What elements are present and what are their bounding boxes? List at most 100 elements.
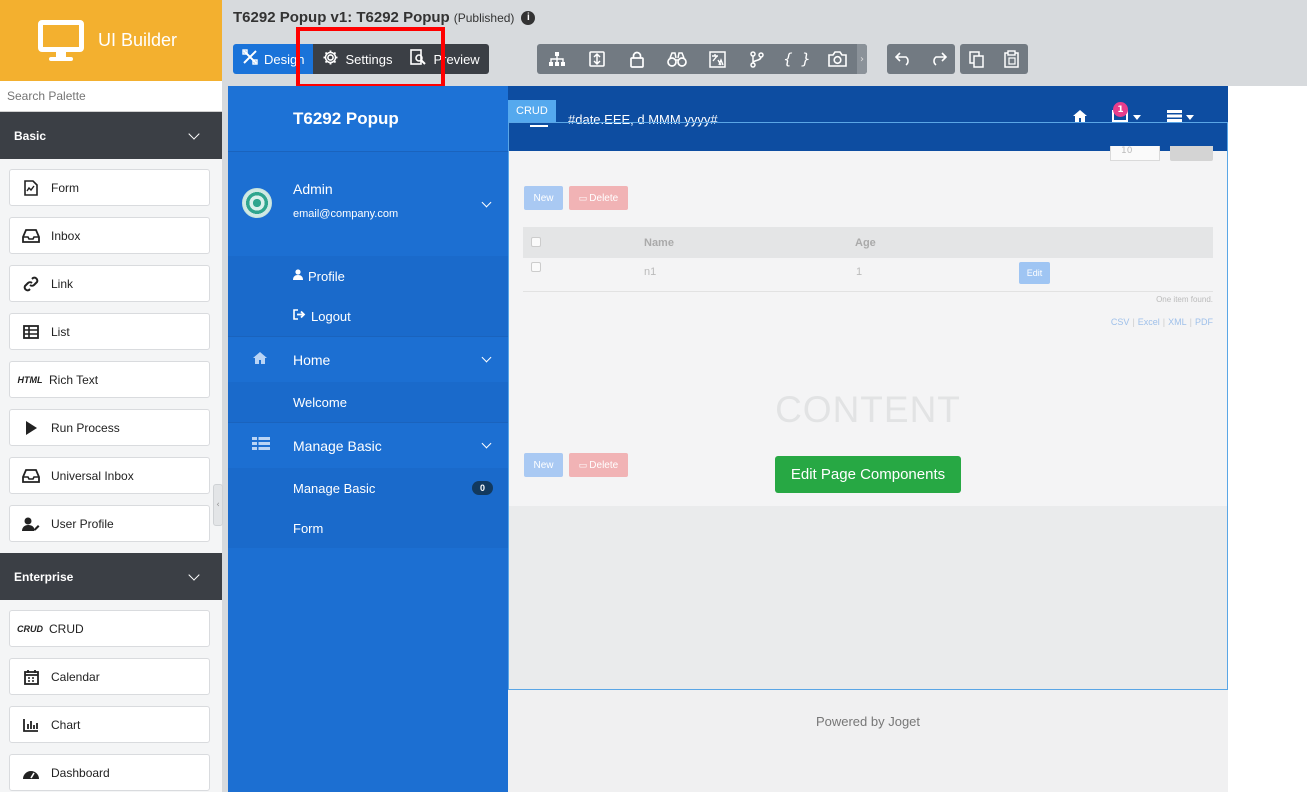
- chevron-down-icon: [481, 438, 492, 449]
- export-csv-link[interactable]: CSV: [1111, 317, 1130, 327]
- branch-icon[interactable]: [737, 44, 777, 74]
- app-logo: UI Builder: [0, 0, 222, 81]
- userview-sidebar: T6292 Popup Admin email@company.com Prof…: [228, 86, 508, 792]
- list-menu-icon[interactable]: [1167, 110, 1182, 122]
- delete-button-label: Delete: [589, 459, 619, 471]
- trash-icon: ▭: [578, 459, 588, 470]
- userview-main: #date.EEE, d MMM yyyy# 1 10 New ▭ Delete…: [508, 86, 1228, 792]
- palette-item-label: CRUD: [49, 621, 84, 636]
- chevron-right-icon[interactable]: ›: [857, 44, 867, 74]
- palette-item-form[interactable]: Form: [9, 169, 210, 206]
- content-watermark: CONTENT: [775, 389, 961, 430]
- palette-item-crud[interactable]: CRUD CRUD: [9, 610, 210, 647]
- column-header-age[interactable]: Age: [855, 237, 876, 249]
- profile-link[interactable]: Profile: [228, 256, 508, 296]
- palette-item-chart[interactable]: Chart: [9, 706, 210, 743]
- json-icon[interactable]: { }: [777, 44, 817, 74]
- form-icon: [22, 179, 40, 196]
- mode-switcher: Design Settings Preview: [233, 44, 489, 74]
- select-all-checkbox[interactable]: [531, 237, 541, 247]
- logout-link[interactable]: Logout: [228, 296, 508, 336]
- menu-item-welcome[interactable]: Welcome: [228, 382, 508, 422]
- undo-icon[interactable]: [887, 44, 921, 74]
- chevron-down-icon: [188, 568, 200, 581]
- permission-icon[interactable]: [617, 44, 657, 74]
- inbox-icon: [22, 468, 40, 484]
- list-icon: [22, 324, 40, 340]
- table-header: Name Age: [523, 227, 1213, 258]
- crud-icon: CRUD: [17, 623, 43, 634]
- export-pdf-link[interactable]: PDF: [1195, 317, 1213, 327]
- palette-category-enterprise[interactable]: Enterprise: [0, 553, 222, 600]
- canvas-margin: [1228, 86, 1307, 792]
- page-size-button[interactable]: [1170, 146, 1213, 161]
- page-size-select[interactable]: 10: [1110, 146, 1160, 161]
- menu-item-form[interactable]: Form: [228, 508, 508, 548]
- column-header-name[interactable]: Name: [644, 237, 674, 249]
- delete-button[interactable]: ▭ Delete: [569, 186, 628, 210]
- row-checkbox[interactable]: [531, 262, 541, 272]
- edit-row-button[interactable]: Edit: [1019, 262, 1050, 284]
- palette-item-dashboard[interactable]: Dashboard: [9, 754, 210, 791]
- export-xml-link[interactable]: XML: [1168, 317, 1187, 327]
- home-icon[interactable]: [1072, 107, 1088, 126]
- translate-icon[interactable]: [697, 44, 737, 74]
- menu-category-manage-basic[interactable]: Manage Basic: [228, 422, 508, 468]
- redo-icon[interactable]: [921, 44, 955, 74]
- new-button[interactable]: New: [524, 186, 563, 210]
- crud-component[interactable]: 10 New ▭ Delete Name Age n1 1 Edit One i…: [508, 146, 1228, 506]
- binoculars-icon[interactable]: [657, 44, 697, 74]
- profile-link-label: Profile: [308, 268, 345, 284]
- palette-item-inbox[interactable]: Inbox: [9, 217, 210, 254]
- user-menu[interactable]: Admin email@company.com: [228, 152, 508, 256]
- tree-icon[interactable]: [537, 44, 577, 74]
- palette-item-link[interactable]: Link: [9, 265, 210, 302]
- page-title: T6292 Popup v1: T6292 Popup: [233, 9, 450, 26]
- preview-button[interactable]: Preview: [401, 44, 489, 74]
- user-icon: [293, 269, 303, 283]
- new-button-bottom[interactable]: New: [524, 453, 563, 477]
- menu-item-manage-basic[interactable]: Manage Basic 0: [228, 468, 508, 508]
- count-badge: 0: [471, 481, 493, 495]
- userview-footer: Powered by Joget: [508, 690, 1228, 792]
- palette-category-basic[interactable]: Basic: [0, 112, 222, 159]
- palette-item-run-process[interactable]: Run Process: [9, 409, 210, 446]
- userview-brand[interactable]: T6292 Popup: [228, 86, 508, 152]
- settings-button-label: Settings: [345, 51, 393, 67]
- trash-icon: ▭: [578, 192, 588, 203]
- history-toolbar: [887, 44, 955, 74]
- home-icon: [252, 351, 268, 368]
- link-icon: [22, 276, 40, 292]
- caret-down-icon: [1186, 115, 1194, 120]
- row-count-text: One item found.: [1156, 295, 1213, 304]
- edit-page-components-button[interactable]: Edit Page Components: [775, 456, 961, 493]
- paste-icon[interactable]: [994, 44, 1028, 74]
- info-icon[interactable]: i: [521, 10, 536, 25]
- category-label: Enterprise: [14, 569, 74, 584]
- settings-button[interactable]: Settings: [313, 44, 402, 74]
- design-button[interactable]: Design: [233, 44, 314, 74]
- preview-button-label: Preview: [433, 51, 480, 67]
- delete-button-bottom[interactable]: ▭ Delete: [569, 453, 628, 477]
- menu-item-label: Form: [293, 520, 324, 536]
- table-row: n1 1 Edit: [523, 258, 1213, 292]
- powered-by-text: Powered by Joget: [815, 714, 921, 729]
- export-excel-link[interactable]: Excel: [1138, 317, 1160, 327]
- screenshot-icon[interactable]: [817, 44, 857, 74]
- palette-item-rich-text[interactable]: HTML Rich Text: [9, 361, 210, 398]
- export-links: CSV | Excel | XML | PDF: [1110, 317, 1213, 327]
- palette-search-input[interactable]: [0, 81, 222, 112]
- menu-category-home[interactable]: Home: [228, 336, 508, 382]
- palette-item-calendar[interactable]: Calendar: [9, 658, 210, 695]
- hamburger-icon[interactable]: [530, 125, 548, 127]
- properties-icon[interactable]: [577, 44, 617, 74]
- palette-item-list[interactable]: List: [9, 313, 210, 350]
- palette-collapse-handle[interactable]: ‹: [213, 484, 223, 526]
- palette-item-universal-inbox[interactable]: Universal Inbox: [9, 457, 210, 494]
- table-icon: [252, 437, 270, 454]
- palette-item-user-profile[interactable]: User Profile: [9, 505, 210, 542]
- menu-item-label: Welcome: [293, 394, 347, 410]
- palette-item-label: Calendar: [51, 669, 100, 684]
- avatar: [242, 188, 272, 218]
- copy-icon[interactable]: [960, 44, 994, 74]
